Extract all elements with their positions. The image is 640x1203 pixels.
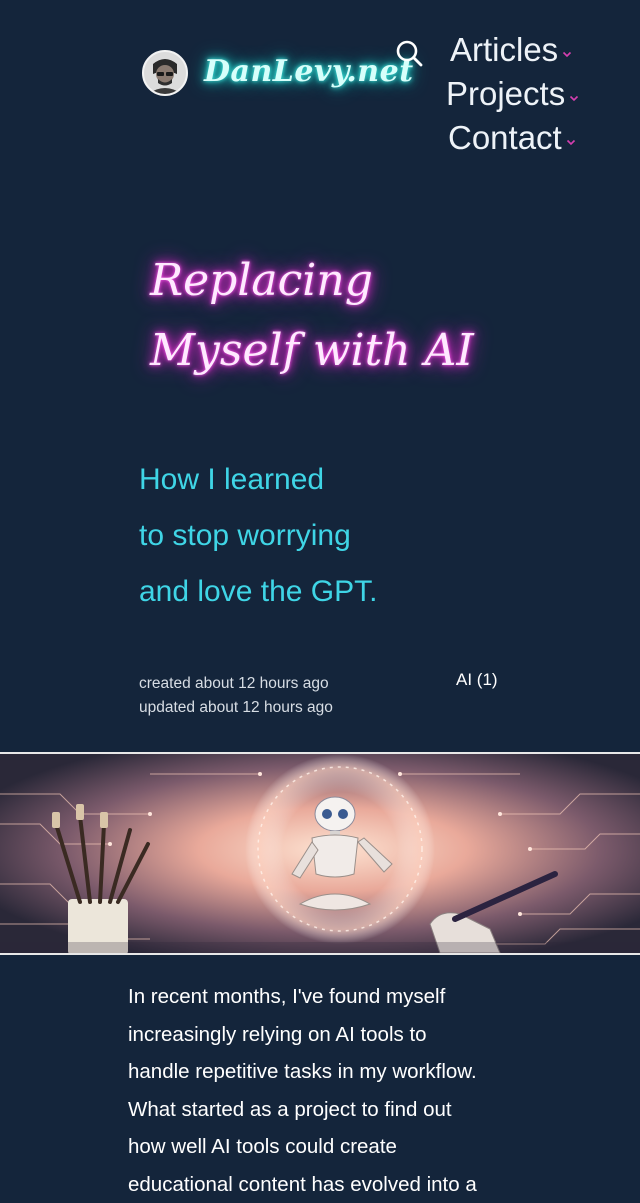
subtitle-line-3: and love the GPT. [139,564,479,620]
robot-illustration [0,754,640,953]
nav-item-contact[interactable]: Contact [440,116,600,160]
nav-item-articles[interactable]: Articles [440,28,600,72]
nav-label-contact: Contact [448,119,562,157]
body-line-5: how well AI tools could create [128,1128,528,1166]
main-nav: Articles Projects Contact [440,28,600,160]
subtitle-line-1: How I learned [139,452,479,508]
chevron-down-icon [569,93,579,103]
article-body: In recent months, I've found myself incr… [128,978,528,1203]
nav-label-articles: Articles [450,31,558,69]
body-line-4: What started as a project to find out [128,1091,528,1129]
chevron-down-icon [562,49,572,59]
subtitle-line-2: to stop worrying [139,508,479,564]
site-name-logo[interactable]: DanLevy.net [204,54,414,89]
tag-link-ai[interactable]: AI (1) [456,670,498,690]
updated-date: updated about 12 hours ago [139,696,333,720]
body-line-2: increasingly relying on AI tools to [128,1016,528,1054]
avatar[interactable] [142,50,188,96]
search-icon [394,38,424,68]
search-button[interactable] [394,38,424,68]
body-line-6: educational content has evolved into a [128,1166,528,1203]
created-date: created about 12 hours ago [139,672,333,696]
body-line-3: handle repetitive tasks in my workflow. [128,1053,528,1091]
page-subtitle: How I learned to stop worrying and love … [139,452,479,620]
nav-item-projects[interactable]: Projects [440,72,600,116]
post-meta: created about 12 hours ago updated about… [139,672,333,720]
nav-label-projects: Projects [446,75,565,113]
page-title-line-1: Replacing [150,246,530,316]
hero-image [0,752,640,955]
page-title: Replacing Myself with AI [150,246,530,386]
body-line-1: In recent months, I've found myself [128,978,528,1016]
page-title-line-2: Myself with AI [150,316,530,386]
chevron-down-icon [566,137,576,147]
person-avatar-icon [144,52,186,94]
